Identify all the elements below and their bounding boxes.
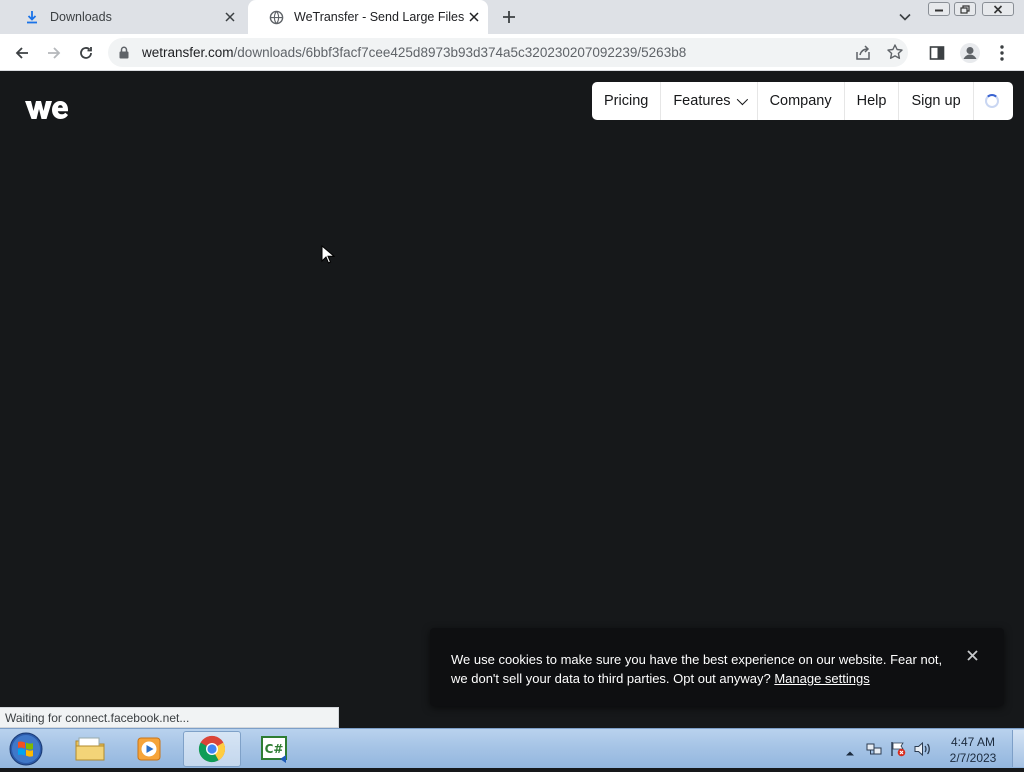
cookie-banner: We use cookies to make sure you have the… <box>430 628 1004 706</box>
close-window-button[interactable] <box>982 2 1014 16</box>
nav-features-dropdown[interactable]: Features <box>661 82 758 120</box>
tab-title: WeTransfer - Send Large Files & Sh <box>294 10 464 24</box>
wetransfer-logo[interactable] <box>24 98 70 122</box>
close-tab-icon[interactable] <box>464 7 484 27</box>
network-icon[interactable] <box>866 741 882 757</box>
nav-company-link[interactable]: Company <box>758 82 845 120</box>
nav-signup-link[interactable]: Sign up <box>899 82 974 120</box>
tab-title: Downloads <box>50 10 112 24</box>
minimize-window-button[interactable] <box>928 2 950 16</box>
cookie-message: We use cookies to make sure you have the… <box>451 650 951 688</box>
show-desktop-button[interactable] <box>1012 730 1024 767</box>
manage-settings-link[interactable]: Manage settings <box>774 671 869 686</box>
url-text: wetransfer.com/downloads/6bbf3facf7cee42… <box>142 45 686 60</box>
close-tab-icon[interactable] <box>220 7 240 27</box>
tab-wetransfer[interactable]: WeTransfer - Send Large Files & Sh <box>248 0 488 34</box>
start-orb-icon[interactable] <box>6 731 46 767</box>
status-bubble: Waiting for connect.facebook.net... <box>0 707 339 728</box>
page-content: Pricing Features Company Help Sign up We… <box>0 71 1024 728</box>
mouse-cursor-icon <box>321 245 335 264</box>
restore-window-button[interactable] <box>954 2 976 16</box>
action-center-flag-icon[interactable] <box>890 741 906 757</box>
url-domain: wetransfer.com <box>142 45 234 60</box>
bookmark-star-icon[interactable] <box>886 43 904 61</box>
forward-arrow-icon[interactable] <box>42 41 66 65</box>
tab-downloads[interactable]: Downloads <box>4 0 244 34</box>
tab-search-chevron-icon[interactable] <box>896 8 914 26</box>
browser-toolbar: wetransfer.com/downloads/6bbf3facf7cee42… <box>0 34 1024 71</box>
svg-text:C#: C# <box>265 742 284 756</box>
file-explorer-icon[interactable] <box>61 731 119 767</box>
nav-pricing-link[interactable]: Pricing <box>592 82 662 120</box>
nav-help-link[interactable]: Help <box>845 82 900 120</box>
globe-icon <box>268 9 284 25</box>
browser-menu-icon[interactable] <box>994 43 1010 63</box>
address-bar[interactable]: wetransfer.com/downloads/6bbf3facf7cee42… <box>108 38 908 67</box>
csharp-icon[interactable]: C# <box>246 731 304 767</box>
chrome-icon[interactable] <box>183 731 241 767</box>
new-tab-button[interactable] <box>498 6 520 28</box>
site-navigation: Pricing Features Company Help Sign up <box>592 82 1013 120</box>
back-arrow-icon[interactable] <box>10 41 34 65</box>
close-icon[interactable] <box>964 647 980 663</box>
browser-tab-strip: Downloads WeTransfer - Send Large Files … <box>0 0 1024 34</box>
share-icon[interactable] <box>854 44 872 62</box>
loading-spinner-slot <box>974 82 1010 120</box>
tray-overflow-icon[interactable] <box>845 744 855 756</box>
nav-features-label: Features <box>673 93 731 109</box>
reload-icon[interactable] <box>74 41 98 65</box>
clock-date: 2/7/2023 <box>949 751 997 765</box>
chevron-down-icon <box>736 93 748 106</box>
url-path: /downloads/6bbf3facf7cee425d8973b93d374a… <box>233 45 687 60</box>
system-clock[interactable]: 4:47 AM 2/7/2023 <box>940 734 1006 766</box>
profile-avatar-icon[interactable] <box>959 42 981 64</box>
lock-icon[interactable] <box>118 46 130 59</box>
side-panel-icon[interactable] <box>928 44 946 62</box>
download-icon <box>24 9 40 25</box>
clock-time: 4:47 AM <box>950 735 996 749</box>
loading-spinner-icon <box>984 94 999 108</box>
volume-icon[interactable] <box>913 741 931 757</box>
media-player-icon[interactable] <box>120 731 178 767</box>
windows-taskbar: C# 4:47 AM 2/7/2023 <box>0 728 1024 768</box>
